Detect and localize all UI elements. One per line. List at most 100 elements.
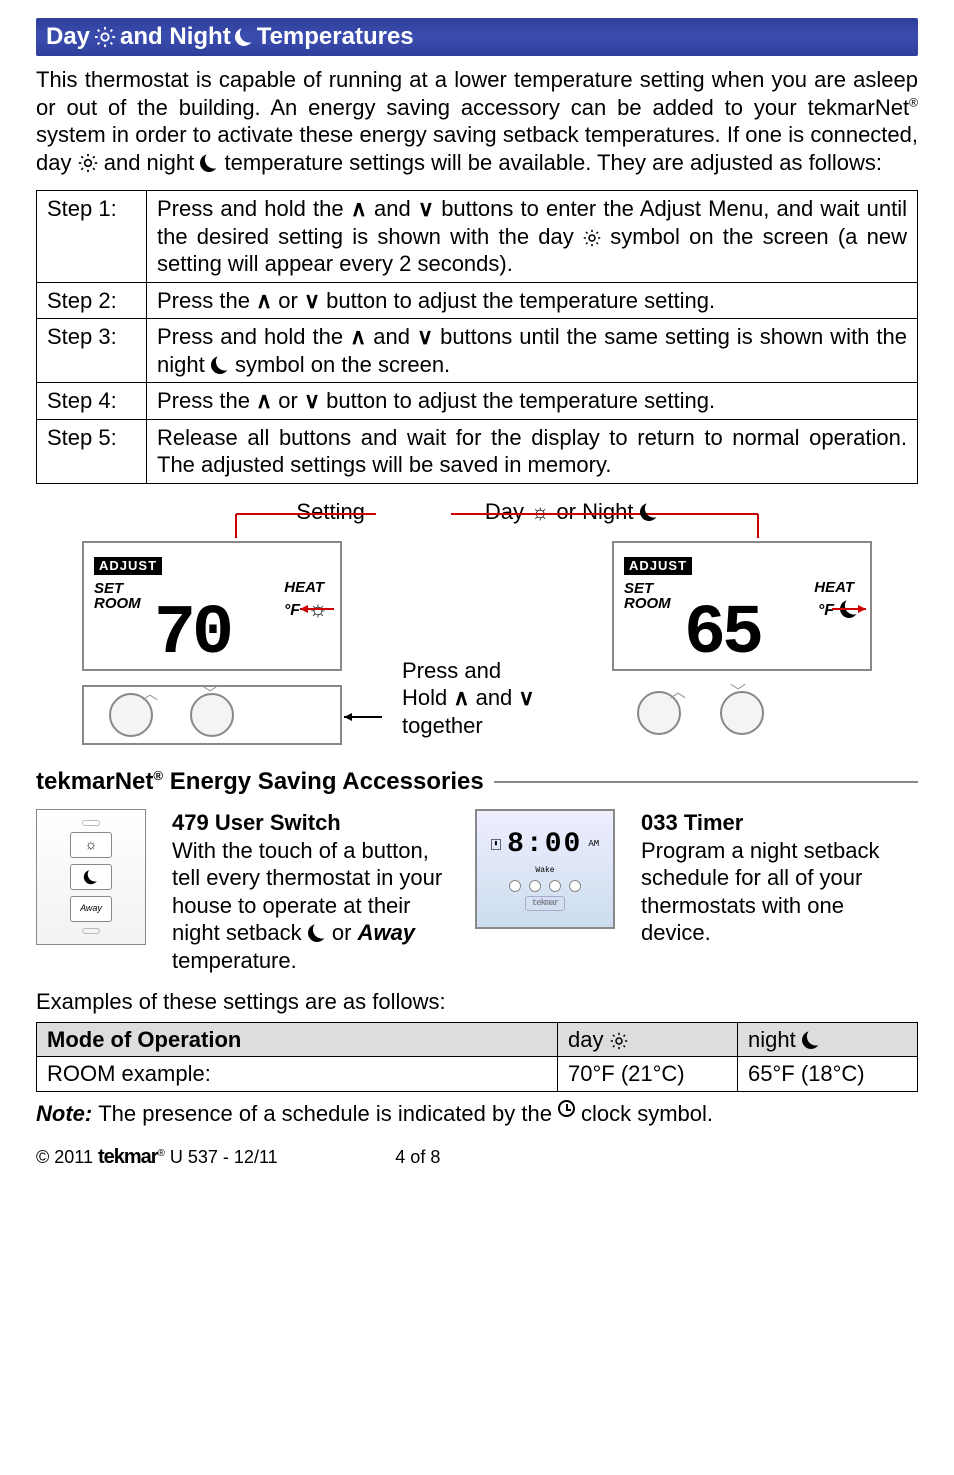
user-switch-image: ☼ Away [36,809,146,945]
intro-part4: temperature settings will be available. … [224,150,882,175]
examples-label: Examples of these settings are as follow… [36,988,918,1016]
arrow-icon [340,709,384,725]
timer-digits: 8:00 [507,827,582,862]
brand-mini: tekmar [525,896,565,911]
page-number: 4 of 8 [395,1146,440,1169]
chevron-down-icon: ﹀ [730,683,746,703]
user-switch-desc: 479 User Switch With the touch of a butt… [172,809,449,974]
brand-name: tekmar [98,1146,158,1168]
step-desc: Press the ∧ or ∨ button to adjust the te… [147,383,918,420]
lcd-screen: ADJUST SETROOM HEAT °F ☼ 70 [82,541,342,671]
col-header: day [558,1022,738,1057]
t: Press and hold the [157,324,350,349]
copyright: © 2011 [36,1147,98,1167]
sun-icon [610,1032,628,1050]
table-row: ROOM example: 70°F (21°C) 65°F (18°C) [37,1057,918,1092]
moon-icon [197,150,222,175]
thermostat-night: ADJUST SETROOM HEAT °F 65 ︿ ﹀ [612,541,872,745]
button-panel: ︿ ﹀ [612,685,872,741]
t: Press and [402,657,552,685]
room-label: ROOM [94,595,141,612]
sun-mode-button[interactable]: ☼ [70,832,112,858]
steps-table: Step 1: Press and hold the ∧ and ∨ butto… [36,190,918,484]
note-label: Note: [36,1100,92,1128]
room-label: ROOM [624,595,671,612]
intro-part1: This thermostat is capable of running at… [36,67,918,120]
t: or [272,388,304,413]
t: button to adjust the temperature setting… [320,388,715,413]
modes-table: Mode of Operation day night ROOM example… [36,1022,918,1092]
t: night [748,1027,802,1052]
t: clock symbol. [581,1100,713,1128]
moon-icon [231,24,256,49]
setting-label: Setting [296,498,365,526]
note-line: Note: The presence of a schedule is indi… [36,1100,918,1128]
t: Press the [157,388,256,413]
sun-icon [94,26,116,48]
t: symbol on the screen. [229,352,450,377]
wake-label: Wake [535,866,554,876]
subhead-text: tekmarNet® Energy Saving Accessories [36,767,484,797]
acc-title: 033 Timer [641,809,918,837]
col-header: night [738,1022,918,1057]
adjust-indicator: ADJUST [94,557,162,575]
day-or-night-label: Day ☼ or Night [485,498,658,526]
t: temperature. [172,948,297,973]
clock-icon [558,1100,575,1117]
intro-text: This thermostat is capable of running at… [36,66,918,176]
cell: 65°F (18°C) [738,1057,918,1092]
t: Press the [157,288,256,313]
step-desc: Release all buttons and wait for the dis… [147,419,918,483]
step-label: Step 1: [37,191,147,283]
subsection-header: tekmarNet® Energy Saving Accessories [36,767,918,797]
t: and [366,324,417,349]
table-row: Step 1: Press and hold the ∧ and ∨ butto… [37,191,918,283]
step-label: Step 2: [37,282,147,319]
arrow-icon [830,601,874,617]
moon-mode-button[interactable] [70,864,112,890]
sun-icon [583,229,601,247]
reg-mark: ® [158,1148,165,1159]
temperature-value: 65 [684,607,760,663]
timer-button[interactable] [569,880,581,892]
thermostat-day: ADJUST SETROOM HEAT °F ☼ 70 ︿ ﹀ [82,541,342,745]
intro-part3: and night [104,150,201,175]
away-word: Away [358,920,415,945]
button-panel: ︿ ﹀ [82,685,342,745]
lcd-screen: ADJUST SETROOM HEAT °F 65 [612,541,872,671]
t: and [469,685,518,710]
t: or [332,920,358,945]
step-desc: Press the ∧ or ∨ button to adjust the te… [147,282,918,319]
timer-button[interactable] [549,880,561,892]
step-desc: Press and hold the ∧ and ∨ buttons to en… [147,191,918,283]
t: button to adjust the temperature setting… [320,288,715,313]
timer-button[interactable] [529,880,541,892]
table-row: Mode of Operation day night [37,1022,918,1057]
section-header: Day and Night Temperatures [36,18,918,56]
timer-image: ▮ 8:00 AM Wake tekmar [475,809,615,929]
col-header: Mode of Operation [37,1022,558,1057]
am-label: AM [588,839,599,850]
reg-mark: ® [909,95,918,109]
chevron-up-icon: ︿ [142,685,158,705]
t: day [568,1027,610,1052]
step-desc: Press and hold the ∧ and ∨ buttons until… [147,319,918,383]
doc-code: U 537 - 12/11 [170,1147,278,1167]
arrow-icon [296,601,336,617]
t: Press and hold the [157,196,351,221]
t: Program a night setback schedule for all… [641,838,879,946]
t: together [402,712,552,740]
chevron-down-icon: ﹀ [202,685,218,705]
cell: ROOM example: [37,1057,558,1092]
t: and [367,196,418,221]
t: Day ☼ or Night [485,499,640,524]
t: Hold [402,685,453,710]
away-mode-button[interactable]: Away [70,896,112,922]
adjust-mini: ▮ [491,839,501,850]
step-label: Step 4: [37,383,147,420]
timer-button[interactable] [509,880,521,892]
moon-icon [798,1027,823,1052]
table-row: Step 4: Press the ∧ or ∨ button to adjus… [37,383,918,420]
rule-line [494,781,918,783]
adjust-indicator: ADJUST [624,557,692,575]
